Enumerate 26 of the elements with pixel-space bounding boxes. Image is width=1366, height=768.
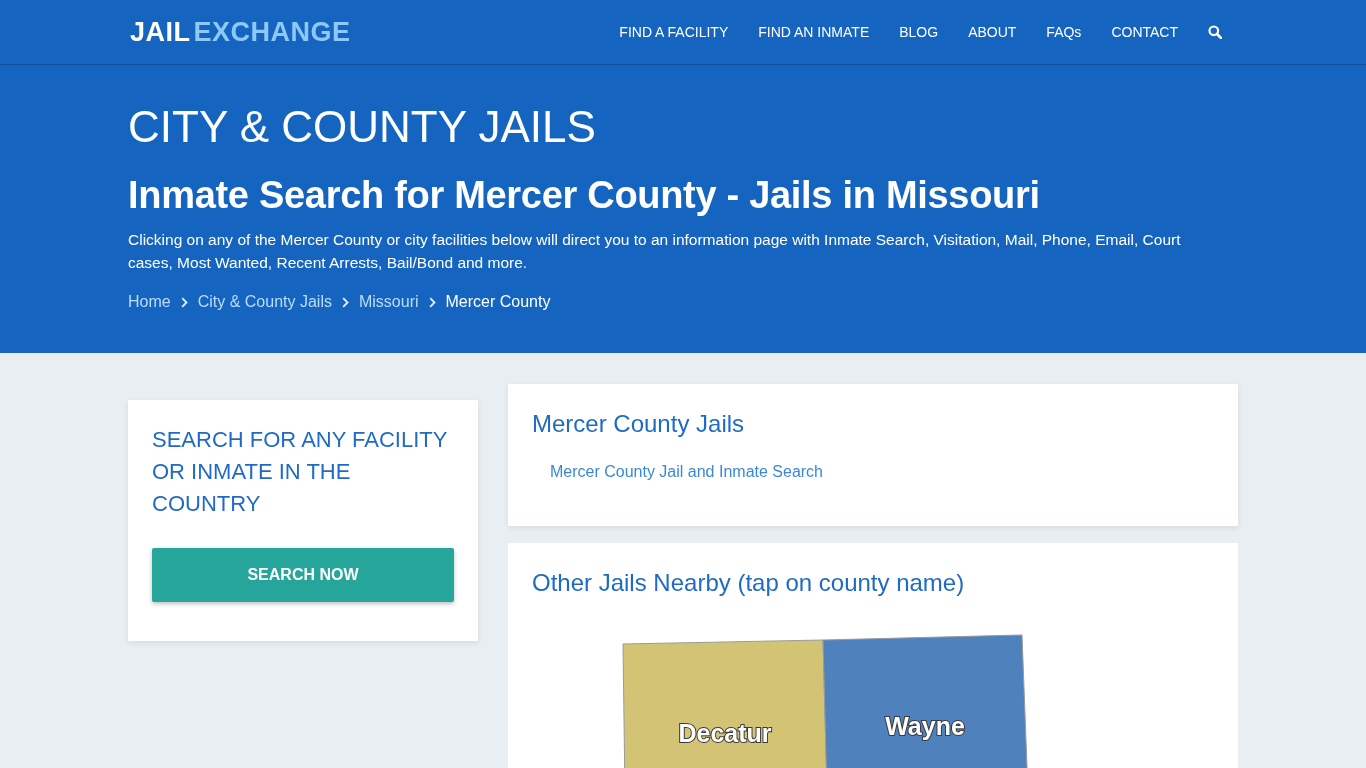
nav-link[interactable]: FAQs (1046, 21, 1082, 43)
chevron-right-icon (180, 296, 188, 308)
chevron-right-icon (428, 296, 436, 308)
section-title: Mercer County Jails (532, 409, 746, 439)
facility-link[interactable]: Mercer County Jail and Inmate Search (550, 463, 823, 480)
search-icon[interactable] (1208, 25, 1222, 39)
county-region[interactable] (822, 634, 1029, 768)
site-logo[interactable]: JAILEXCHANGE (130, 18, 351, 46)
section-title: Other Jails Nearby (tap on county name) (532, 568, 966, 598)
breadcrumb-link[interactable]: Mercer County (445, 292, 551, 312)
breadcrumb-link[interactable]: Missouri (358, 292, 419, 312)
search-card-title: SEARCH FOR ANY FACILITY OR INMATE IN THE COUNTRY (152, 426, 449, 518)
nav-link[interactable]: CONTACT (1111, 21, 1178, 43)
nav-link[interactable]: ABOUT (968, 21, 1017, 43)
nav-link[interactable]: FIND A FACILITY (619, 21, 729, 43)
county-label[interactable]: Wayne (885, 712, 965, 740)
county-region[interactable] (622, 639, 828, 768)
nav-link[interactable]: BLOG (899, 21, 939, 43)
breadcrumb-link[interactable]: Home (128, 292, 171, 312)
chevron-right-icon (341, 296, 349, 308)
intro-paragraph: Clicking on any of the Mercer County or city facilities below will direct you to an information page with Inmate Search, Visitation, Mail, Phone, Email, Court cases, Most Wanted, Recent Arrests, Bail/Bond and more. (128, 230, 1182, 273)
page-subtitle: Inmate Search for Mercer County - Jails in Missouri (128, 173, 1041, 217)
search-now-button[interactable]: SEARCH NOW (152, 548, 454, 602)
breadcrumb-link[interactable]: City & County Jails (197, 292, 332, 312)
nav-link[interactable]: FIND AN INMATE (758, 21, 870, 43)
page-title: CITY & COUNTY JAILS (128, 101, 597, 153)
